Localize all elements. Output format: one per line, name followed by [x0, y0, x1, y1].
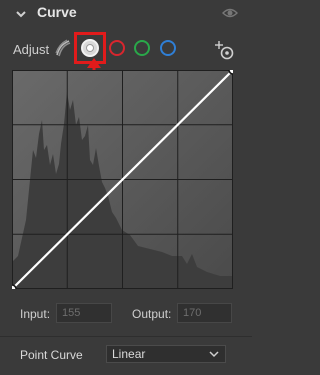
- chevron-down-icon[interactable]: [14, 7, 28, 21]
- point-curve-select[interactable]: Linear: [106, 345, 226, 363]
- green-channel-button[interactable]: [134, 40, 150, 56]
- point-curve-label: Point Curve: [20, 348, 83, 362]
- output-field[interactable]: 170: [177, 303, 232, 323]
- point-curve-icon[interactable]: [81, 39, 99, 57]
- input-field[interactable]: 155: [56, 303, 112, 323]
- eye-icon[interactable]: [222, 6, 238, 20]
- blue-channel-button[interactable]: [160, 40, 176, 56]
- output-label: Output:: [132, 307, 172, 321]
- chevron-down-icon: [209, 351, 219, 358]
- curve-graph[interactable]: [12, 70, 233, 289]
- divider: [0, 336, 252, 337]
- brush-stroke-icon[interactable]: [53, 38, 73, 58]
- adjust-label: Adjust: [13, 42, 50, 57]
- panel-title: Curve: [37, 4, 77, 20]
- input-label: Input:: [20, 307, 51, 321]
- red-channel-button[interactable]: [109, 40, 125, 56]
- point-curve-value: Linear: [112, 347, 146, 361]
- targeted-adjustment-icon[interactable]: [214, 40, 234, 60]
